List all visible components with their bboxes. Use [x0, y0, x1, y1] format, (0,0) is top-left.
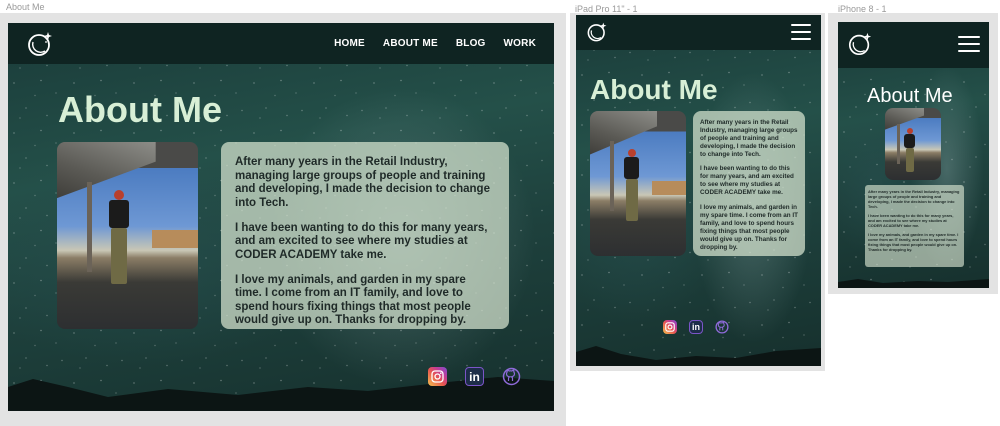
- nav-links: HOME ABOUT ME BLOG WORK: [334, 38, 536, 49]
- bio-paragraph-3: I love my animals, and garden in my spar…: [235, 273, 471, 327]
- phone-bio-paragraph-2: I have been wanting to do this for many …: [868, 212, 954, 228]
- instagram-icon[interactable]: [428, 367, 447, 386]
- tablet-instagram-icon[interactable]: [663, 320, 677, 334]
- nav-home[interactable]: HOME: [334, 38, 365, 49]
- tablet-social-links: in: [663, 320, 729, 334]
- tablet-bio-paragraph-3: I love my animals, and garden in my spar…: [700, 203, 798, 251]
- tablet-bio-card: After many years in the Retail Industry,…: [693, 111, 805, 256]
- phone-bio-paragraph-1: After many years in the Retail Industry,…: [868, 189, 960, 209]
- tablet-moon-logo-icon[interactable]: [586, 21, 608, 43]
- phone-page-title: About Me: [867, 85, 953, 107]
- phone-artboard: About Me After many years in the Retail …: [828, 13, 998, 294]
- page-title: About Me: [58, 89, 222, 130]
- tablet-linkedin-icon[interactable]: in: [689, 320, 703, 334]
- phone-navbar: [838, 22, 989, 68]
- tablet-artboard: About Me After many years in the Retail …: [570, 13, 825, 371]
- bio-card: After many years in the Retail Industry,…: [221, 142, 509, 329]
- tablet-menu-icon[interactable]: [791, 24, 811, 40]
- tablet-bio-paragraph-2: I have been wanting to do this for many …: [700, 165, 794, 197]
- nav-work[interactable]: WORK: [504, 38, 536, 49]
- social-links: in: [428, 367, 521, 386]
- tablet-page: About Me After many years in the Retail …: [576, 15, 821, 366]
- bio-paragraph-2: I have been wanting to do this for many …: [235, 221, 488, 261]
- tablet-profile-photo: [590, 111, 686, 256]
- tablet-page-title: About Me: [590, 74, 718, 105]
- artboard-label-desktop: About Me: [6, 2, 45, 12]
- moon-logo-icon[interactable]: [26, 30, 54, 58]
- navbar: HOME ABOUT ME BLOG WORK: [8, 23, 554, 64]
- phone-bio-paragraph-3: I love my animals, and garden in my spar…: [868, 231, 959, 252]
- github-icon[interactable]: [502, 367, 521, 386]
- phone-menu-icon[interactable]: [958, 36, 980, 52]
- phone-bio-card: After many years in the Retail Industry,…: [865, 185, 964, 267]
- profile-photo: [57, 142, 198, 329]
- desktop-page: HOME ABOUT ME BLOG WORK About Me After m…: [8, 23, 554, 411]
- phone-profile-photo: [885, 108, 941, 180]
- tablet-navbar: [576, 15, 821, 50]
- desktop-artboard: HOME ABOUT ME BLOG WORK About Me After m…: [0, 13, 566, 426]
- bio-paragraph-1: After many years in the Retail Industry,…: [235, 156, 490, 209]
- linkedin-icon[interactable]: in: [465, 367, 484, 386]
- tablet-mountains-silhouette: [576, 346, 821, 366]
- phone-mountains-silhouette: [838, 279, 989, 288]
- phone-moon-logo-icon[interactable]: [847, 31, 873, 57]
- nav-about-me[interactable]: ABOUT ME: [383, 38, 438, 49]
- phone-page: About Me After many years in the Retail …: [838, 22, 989, 288]
- nav-blog[interactable]: BLOG: [456, 38, 486, 49]
- tablet-bio-paragraph-1: After many years in the Retail Industry,…: [700, 119, 798, 158]
- tablet-github-icon[interactable]: [715, 320, 729, 334]
